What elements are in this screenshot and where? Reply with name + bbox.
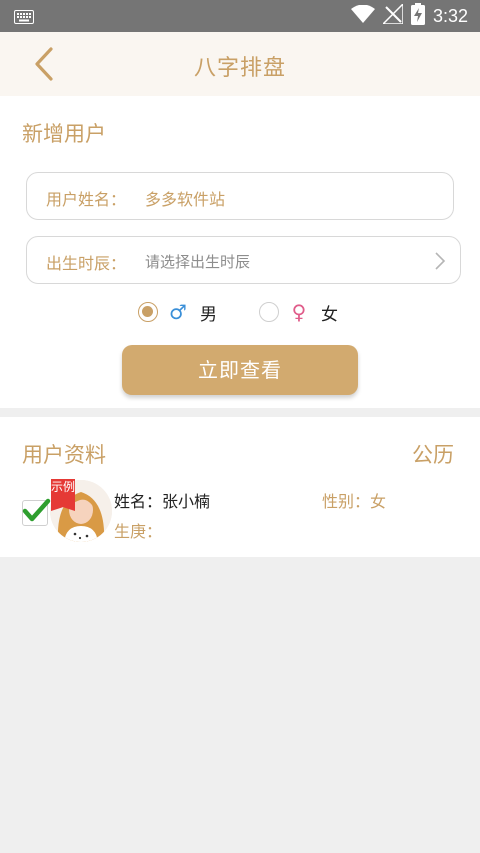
no-signal-icon xyxy=(381,2,404,28)
gender-option-female[interactable]: ♀ 女 xyxy=(259,298,338,326)
record-name-value: 张小楠 xyxy=(162,492,211,511)
wifi-icon xyxy=(350,4,375,27)
new-user-card: 新增用户 用户姓名： 多多软件站 出生时辰： 请选择出生时辰 ♂ 男 ♀ 女 立… xyxy=(0,96,480,408)
record-gender-value: 女 xyxy=(370,492,387,511)
app-header: 八字排盘 xyxy=(0,32,480,96)
birth-time-field[interactable]: 出生时辰： 请选择出生时辰 xyxy=(26,236,461,284)
record-birth-label: 生庚： xyxy=(114,522,163,541)
name-field-label: 用户姓名： xyxy=(46,190,127,209)
section-title-user-profile: 用户资料 xyxy=(22,443,106,467)
birth-time-label: 出生时辰： xyxy=(46,254,127,273)
checkmark-icon xyxy=(22,498,51,522)
calendar-type-toggle[interactable]: 公历 xyxy=(412,439,454,469)
record-gender-label: 性别： xyxy=(322,492,371,511)
gender-label-female: 女 xyxy=(321,304,338,325)
birth-time-placeholder: 请选择出生时辰 xyxy=(145,253,251,271)
chevron-right-icon xyxy=(434,251,446,275)
gender-option-male[interactable]: ♂ 男 xyxy=(138,298,217,326)
user-profile-card: 用户资料 公历 示例 姓名：张小楠 性别：女 生庚： xyxy=(0,417,480,557)
female-symbol-icon: ♀ xyxy=(291,300,307,324)
name-field[interactable]: 用户姓名： 多多软件站 xyxy=(26,172,454,220)
male-symbol-icon: ♂ xyxy=(169,300,187,324)
status-bar: 3:32 xyxy=(0,0,480,32)
record-checkbox[interactable] xyxy=(22,498,51,526)
record-name-label: 姓名： xyxy=(114,492,163,511)
radio-selected-icon[interactable] xyxy=(138,302,158,322)
keyboard-icon xyxy=(14,9,34,28)
gender-label-male: 男 xyxy=(200,304,217,325)
radio-unselected-icon[interactable] xyxy=(259,302,279,322)
example-tag: 示例 xyxy=(51,479,75,511)
record-name: 姓名：张小楠 xyxy=(114,488,210,512)
name-input[interactable]: 多多软件站 xyxy=(145,186,225,210)
page-title: 八字排盘 xyxy=(193,56,286,81)
battery-charging-icon xyxy=(410,3,425,29)
view-now-button[interactable]: 立即查看 xyxy=(122,345,358,395)
record-birth: 生庚： xyxy=(114,518,162,542)
clock: 3:32 xyxy=(432,5,468,26)
section-title-new-user: 新增用户 xyxy=(22,122,106,146)
record-gender: 性别：女 xyxy=(322,488,386,512)
